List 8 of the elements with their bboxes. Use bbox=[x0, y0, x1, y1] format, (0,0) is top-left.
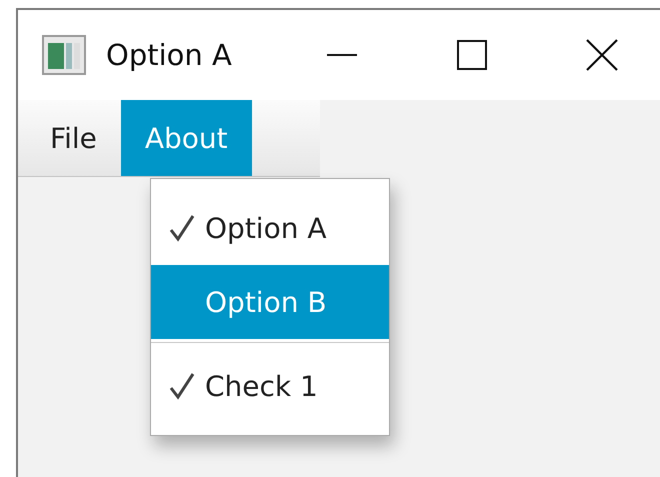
menu-option[interactable]: Check 1 bbox=[151, 349, 389, 423]
maximize-icon bbox=[457, 40, 487, 70]
app-icon bbox=[42, 35, 86, 75]
close-icon bbox=[586, 39, 618, 71]
window-title: Option A bbox=[106, 38, 233, 72]
minimize-icon bbox=[327, 53, 357, 57]
menu-item[interactable]: File bbox=[18, 100, 121, 176]
menu-option[interactable]: Option A bbox=[151, 191, 389, 265]
